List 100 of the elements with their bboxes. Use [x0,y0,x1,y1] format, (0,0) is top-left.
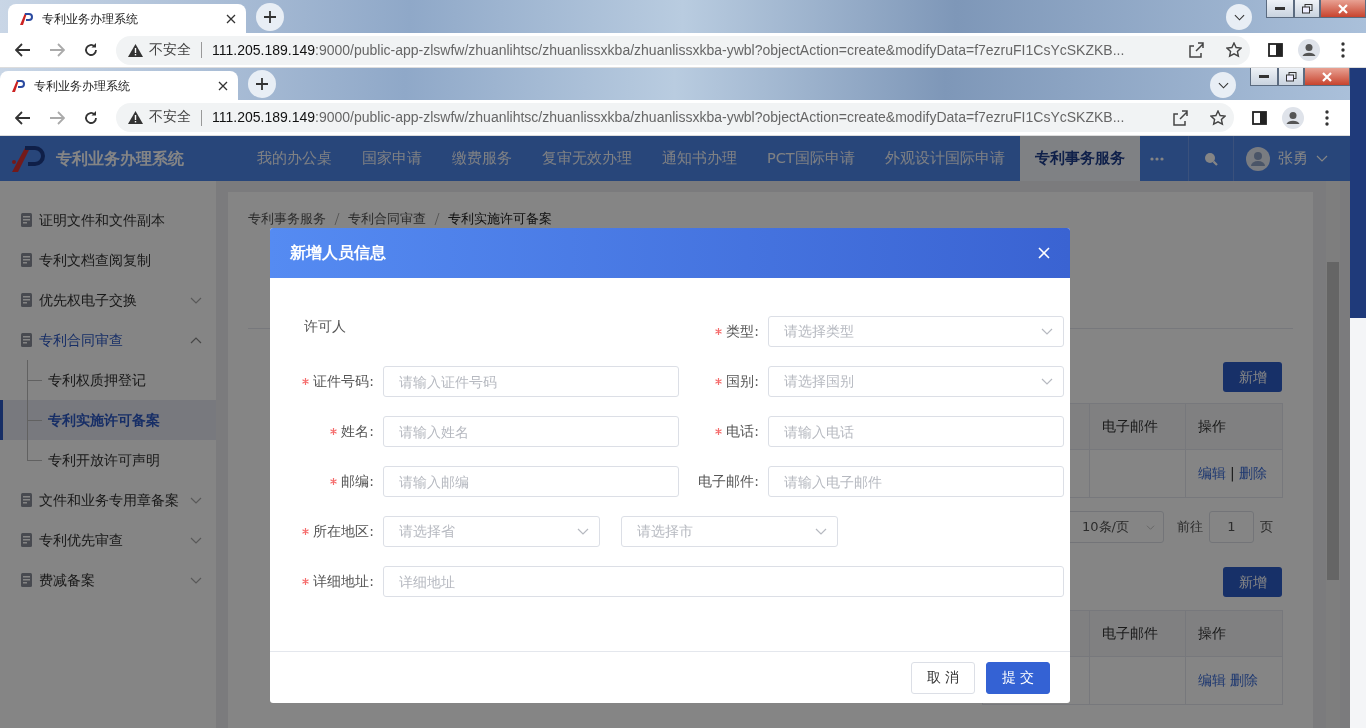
page-input[interactable]: 1 [1209,511,1254,543]
separator-icon [334,213,340,225]
nav-tab[interactable]: 外观设计国际申请 [869,136,1020,181]
chevron-icon [577,528,589,535]
add-button[interactable]: 新增 [1223,362,1282,392]
nav-tab[interactable]: 复审无效办理 [527,136,647,181]
new-tab-button[interactable] [256,3,284,31]
input-field[interactable]: 请输入证件号码 [383,366,679,397]
share-icon[interactable] [1188,42,1204,58]
field-label: 详细地址: [313,572,374,591]
submit-button[interactable]: 提 交 [986,661,1050,694]
column-header: 操作 [1185,403,1283,450]
action-link[interactable]: 删除 [1230,670,1258,691]
minimize-button[interactable] [1250,68,1278,86]
cancel-button[interactable]: 取 消 [911,661,975,694]
nav-tab[interactable]: 国家申请 [347,136,437,181]
document-icon [20,213,33,227]
input-field[interactable]: 请输入姓名 [383,416,679,447]
forward-arrow-icon [49,43,65,57]
star-icon[interactable] [1226,42,1242,58]
new-tab-button[interactable] [248,70,276,98]
sidebar-item[interactable]: 专利合同审查 [0,320,216,360]
action-link[interactable]: 编辑 [1198,670,1226,691]
app-title: 专利业务办理系统 [56,147,184,170]
document-icon [20,533,33,547]
share-icon[interactable] [1172,109,1188,126]
address-bar[interactable]: 不安全 111.205.189.149:9000/public-app-zlswfw/zhuanlihtsc/zhuanlissxkba/zhuanlissxkba-ywbl?objectAction=create&modifyData=f7ezruFI1CsYcSKZKB... [116,35,1250,65]
action-link[interactable]: 删除 [1238,463,1267,484]
field-label: 邮编: [341,472,374,491]
document-icon [20,253,33,267]
document-icon [20,493,33,507]
sidebar-item[interactable]: 专利优先审查 [0,520,216,560]
close-window-button[interactable] [1304,68,1350,86]
maximize-button[interactable] [1294,0,1320,18]
user-name[interactable]: 张勇 [1278,147,1308,170]
star-icon[interactable] [1210,109,1226,126]
minimize-button[interactable] [1266,0,1294,18]
chevron-icon [1041,328,1053,335]
nav-tab[interactable]: 通知书办理 [647,136,752,181]
reload-icon [83,109,99,126]
profile-icon [1298,39,1320,61]
warning-icon [128,111,143,124]
action-link[interactable]: 编辑 [1198,463,1226,484]
section-label: 许可人 [304,318,346,334]
address-bar[interactable]: 不安全 111.205.189.149:9000/public-app-zlswfw/zhuanlihtsc/zhuanlissxkba/zhuanlissxkba-ywbl?objectAction=create&modifyData=f7ezruFI1CsYcSKZKB... [116,103,1234,132]
field-label: 姓名: [341,422,374,441]
chevron-icon [1233,13,1245,21]
sidebar-item[interactable]: 优先权电子交换 [0,280,216,320]
tab-search-button[interactable] [1226,4,1252,30]
nav-tab[interactable]: 缴费服务 [437,136,527,181]
input-field[interactable]: 请输入电子邮件 [768,466,1064,497]
more-icon[interactable] [1149,156,1164,161]
nav-tab[interactable]: 我的办公桌 [242,136,347,181]
input-field[interactable]: 请输入邮编 [383,466,679,497]
document-icon [20,573,33,587]
input-field[interactable]: 详细地址 [383,566,1064,597]
breadcrumb-link[interactable]: 专利实施许可备案 [448,209,552,229]
nav-tab[interactable]: 专利事务服务 [1019,136,1140,181]
select-field[interactable]: 请选择国别 [768,366,1064,397]
page-suffix: 页 [1260,518,1273,537]
close-icon[interactable] [218,80,228,91]
avatar-icon [1246,146,1270,171]
tab-search-button[interactable] [1210,72,1236,98]
breadcrumb-link[interactable]: 专利合同审查 [348,209,426,229]
sidebar-subitem[interactable]: 专利开放许可声明 [0,440,216,480]
sidebar-subitem[interactable]: 专利实施许可备案 [0,400,216,440]
sidebar-item[interactable]: 文件和业务专用章备案 [0,480,216,520]
column-header: 电子邮件 [1089,403,1186,450]
forward-arrow-icon [49,110,65,125]
column-header: 电子邮件 [1089,610,1186,657]
browser-tab[interactable]: 专利业务办理系统 [8,4,246,33]
maximize-button[interactable] [1278,68,1304,86]
select-field[interactable]: 请选择类型 [768,316,1064,347]
sidebar-item[interactable]: 证明文件和文件副本 [0,200,216,240]
security-label: 不安全 [149,40,191,59]
profile-icon [1282,106,1304,129]
minimize-icon [1259,74,1269,79]
sidebar-item[interactable]: 专利文档查阅复制 [0,240,216,280]
add-button[interactable]: 新增 [1223,567,1282,597]
close-window-button[interactable] [1320,0,1366,18]
plus-icon [263,10,277,24]
close-icon [1321,71,1333,82]
field-label: 国别: [726,372,759,391]
nav-tab[interactable]: PCT国际申请 [752,136,870,181]
input-field[interactable]: 请输入电话 [768,416,1064,447]
minimize-icon [1275,6,1285,11]
separator-icon [434,213,440,225]
side-panel-icon [1251,110,1267,125]
back-arrow-icon [15,43,31,57]
select-field[interactable]: 请选择市 [621,516,838,547]
browser-tab[interactable]: 专利业务办理系统 [0,71,238,100]
select-field[interactable]: 请选择省 [383,516,600,547]
chevron-icon [1146,524,1155,530]
chevron-icon [815,528,827,535]
breadcrumb-link[interactable]: 专利事务服务 [248,209,326,229]
close-icon[interactable] [226,13,236,24]
sidebar-item[interactable]: 费减备案 [0,560,216,600]
field-label: 电子邮件: [698,472,759,491]
menu-icon [1341,42,1345,58]
logo-icon [18,10,34,27]
